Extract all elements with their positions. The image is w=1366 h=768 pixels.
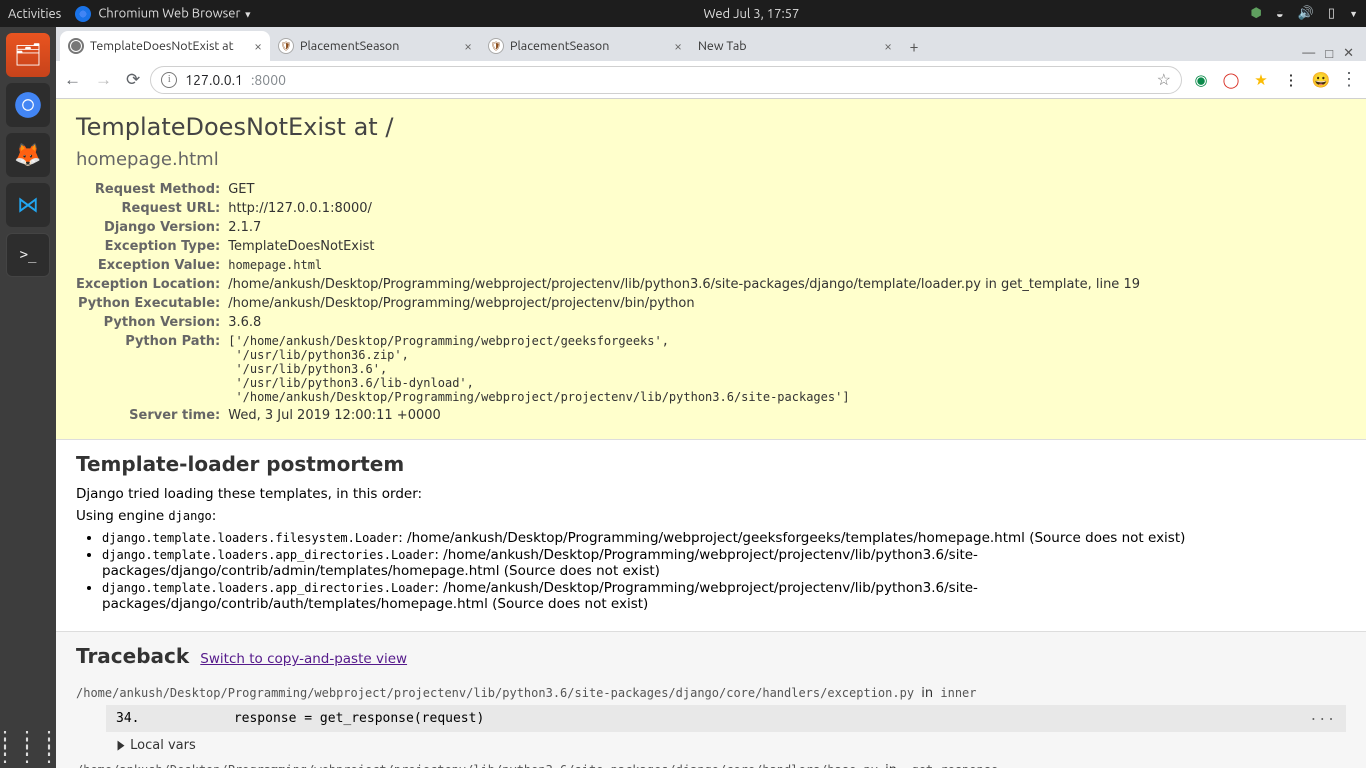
- close-icon[interactable]: ×: [674, 38, 682, 54]
- tab-3[interactable]: New Tab ×: [690, 31, 900, 61]
- clock[interactable]: Wed Jul 3, 17:57: [252, 7, 1250, 21]
- ext-icon[interactable]: 😀: [1312, 71, 1330, 89]
- chromium-icon: [75, 6, 91, 22]
- close-icon[interactable]: ×: [464, 38, 472, 54]
- meta-key: Request URL:: [76, 199, 228, 218]
- frame-file: /home/ankush/Desktop/Programming/webproj…: [76, 686, 1346, 701]
- meta-value: 2.1.7: [228, 218, 1140, 237]
- forward-button[interactable]: →: [95, 70, 112, 90]
- browser-toolbar: ← → ⟳ i 127.0.0.1 :8000 ☆ ◉ ◯ ★ ⋮ 😀 ⋮: [56, 61, 1366, 99]
- meta-value: TemplateDoesNotExist: [228, 237, 1140, 256]
- meta-value: GET: [228, 180, 1140, 199]
- os-top-bar: Activities Chromium Web Browser ▼ Wed Ju…: [0, 0, 1366, 27]
- section-title: Template-loader postmortem: [76, 452, 1346, 476]
- loader-list: django.template.loaders.filesystem.Loade…: [76, 530, 1346, 612]
- postmortem-intro: Django tried loading these templates, in…: [76, 486, 1346, 502]
- postmortem-engine: Using engine django:: [76, 508, 1346, 524]
- chromium-app-icon[interactable]: [6, 83, 50, 127]
- url-host: 127.0.0.1: [185, 72, 243, 88]
- system-menu-icon[interactable]: ▼: [1349, 9, 1358, 19]
- activities-button[interactable]: Activities: [8, 7, 61, 21]
- reload-button[interactable]: ⟳: [126, 70, 140, 90]
- volume-icon[interactable]: 🔊: [1298, 6, 1314, 21]
- page-title: TemplateDoesNotExist at /: [76, 113, 1346, 141]
- chevron-down-icon: ▼: [243, 9, 252, 19]
- extensions: ◉ ◯ ★ ⋮ 😀: [1192, 71, 1330, 89]
- browser-menu-icon[interactable]: ⋮: [1340, 69, 1358, 90]
- back-button[interactable]: ←: [64, 70, 81, 90]
- vscode-app-icon[interactable]: ⋈: [6, 183, 50, 227]
- battery-icon[interactable]: ▯: [1328, 6, 1335, 21]
- code-line: 34. response = get_response(request)...: [106, 705, 1346, 732]
- meta-value: /home/ankush/Desktop/Programming/webproj…: [228, 275, 1140, 294]
- exception-value-heading: homepage.html: [76, 149, 1346, 170]
- request-meta-table: Request Method:GETRequest URL:http://127…: [76, 180, 1140, 425]
- switch-view-link[interactable]: Switch to copy-and-paste view: [200, 651, 407, 667]
- tab-strip: TemplateDoesNotExist at × 🛡 PlacementSea…: [56, 27, 1366, 61]
- ext-icon[interactable]: ◯: [1222, 71, 1240, 89]
- meta-value: /home/ankush/Desktop/Programming/webproj…: [228, 294, 1140, 313]
- close-window-button[interactable]: ✕: [1343, 46, 1354, 61]
- url-path: :8000: [251, 72, 286, 88]
- files-app-icon[interactable]: 🗂: [6, 33, 50, 77]
- tab-1[interactable]: 🛡 PlacementSeason ×: [270, 31, 480, 61]
- meta-value: 3.6.8: [228, 313, 1140, 332]
- frame-file: /home/ankush/Desktop/Programming/webproj…: [76, 763, 1346, 768]
- shield-icon[interactable]: ⬢: [1251, 6, 1262, 21]
- meta-value: homepage.html: [228, 256, 1140, 275]
- meta-value: ['/home/ankush/Desktop/Programming/webpr…: [228, 332, 1140, 406]
- bookmark-star-icon[interactable]: ☆: [1157, 70, 1171, 89]
- close-icon[interactable]: ×: [884, 38, 892, 54]
- firefox-app-icon[interactable]: 🦊: [6, 133, 50, 177]
- section-title: Traceback: [76, 644, 189, 668]
- tab-title: PlacementSeason: [510, 39, 668, 53]
- meta-key: Request Method:: [76, 180, 228, 199]
- tab-title: TemplateDoesNotExist at: [90, 39, 248, 53]
- ext-icon[interactable]: ⋮: [1282, 71, 1300, 89]
- wifi-icon[interactable]: ◒: [1276, 6, 1284, 21]
- meta-key: Python Executable:: [76, 294, 228, 313]
- meta-key: Django Version:: [76, 218, 228, 237]
- meta-value: http://127.0.0.1:8000/: [228, 199, 1140, 218]
- meta-key: Exception Type:: [76, 237, 228, 256]
- address-bar[interactable]: i 127.0.0.1 :8000 ☆: [150, 66, 1182, 94]
- loader-item: django.template.loaders.app_directories.…: [102, 580, 1346, 612]
- meta-key: Python Path:: [76, 332, 228, 406]
- tab-2[interactable]: 🛡 PlacementSeason ×: [480, 31, 690, 61]
- ext-icon[interactable]: ◉: [1192, 71, 1210, 89]
- favicon-icon: 🛡: [278, 38, 294, 54]
- postmortem-section: Template-loader postmortem Django tried …: [56, 440, 1366, 632]
- traceback-section: Traceback Switch to copy-and-paste view …: [56, 632, 1366, 768]
- page-viewport[interactable]: TemplateDoesNotExist at / homepage.html …: [56, 99, 1366, 768]
- site-info-icon[interactable]: i: [161, 72, 177, 88]
- meta-key: Exception Value:: [76, 256, 228, 275]
- show-apps-icon[interactable]: ⋮⋮⋮⋮⋮⋮⋮⋮⋮: [0, 734, 61, 758]
- loader-item: django.template.loaders.app_directories.…: [102, 547, 1346, 579]
- loader-item: django.template.loaders.filesystem.Loade…: [102, 530, 1346, 546]
- meta-key: Python Version:: [76, 313, 228, 332]
- globe-icon: [68, 38, 84, 54]
- dock: 🗂 🦊 ⋈ >_ ⋮⋮⋮⋮⋮⋮⋮⋮⋮: [0, 27, 56, 768]
- error-summary: TemplateDoesNotExist at / homepage.html …: [56, 99, 1366, 440]
- tab-title: New Tab: [698, 39, 878, 53]
- meta-key: Server time:: [76, 406, 228, 425]
- minimize-button[interactable]: —: [1302, 46, 1315, 61]
- browser-window: TemplateDoesNotExist at × 🛡 PlacementSea…: [56, 27, 1366, 768]
- meta-key: Exception Location:: [76, 275, 228, 294]
- maximize-button[interactable]: □: [1325, 46, 1333, 61]
- meta-value: Wed, 3 Jul 2019 12:00:11 +0000: [228, 406, 1140, 425]
- app-menu[interactable]: Chromium Web Browser ▼: [75, 6, 252, 22]
- tab-0[interactable]: TemplateDoesNotExist at ×: [60, 31, 270, 61]
- local-vars-toggle[interactable]: ▶ Local vars: [116, 738, 1346, 753]
- new-tab-button[interactable]: +: [900, 33, 928, 61]
- terminal-app-icon[interactable]: >_: [6, 233, 50, 277]
- ext-icon[interactable]: ★: [1252, 71, 1270, 89]
- tab-title: PlacementSeason: [300, 39, 458, 53]
- favicon-icon: 🛡: [488, 38, 504, 54]
- close-icon[interactable]: ×: [254, 38, 262, 54]
